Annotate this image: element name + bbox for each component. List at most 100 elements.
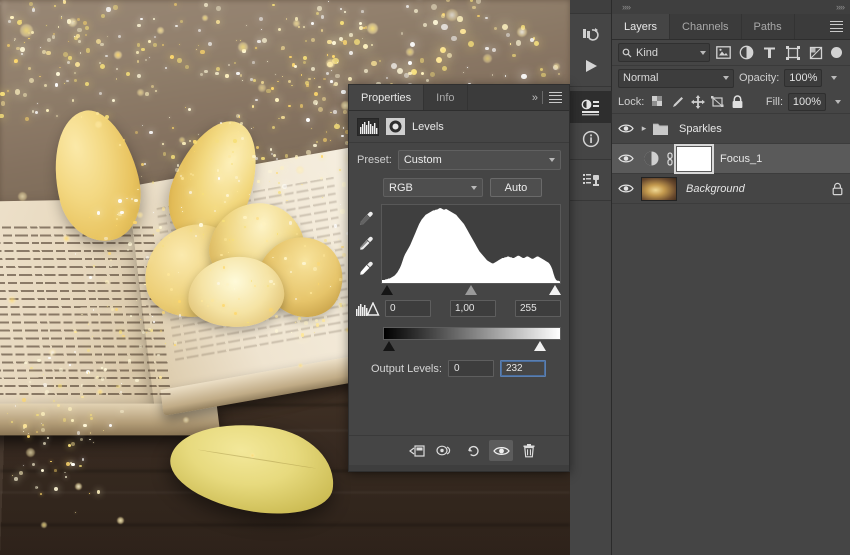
layer-name[interactable]: Focus_1 bbox=[711, 153, 850, 165]
filter-shape-icon[interactable] bbox=[783, 43, 802, 62]
layer-filter-row[interactable]: Kind bbox=[612, 40, 850, 66]
rail-grip[interactable] bbox=[570, 0, 611, 14]
properties-tabbar[interactable]: Properties Info » bbox=[349, 85, 569, 111]
libraries-icon[interactable] bbox=[570, 164, 612, 196]
lock-all-icon[interactable] bbox=[729, 93, 746, 110]
histogram-plot bbox=[382, 208, 560, 283]
layers-tabbar[interactable]: Layers Channels Paths bbox=[612, 14, 850, 40]
tab-channels-label: Channels bbox=[682, 20, 729, 33]
layer-mask-thumbnail[interactable] bbox=[674, 143, 714, 174]
filter-pixel-icon[interactable] bbox=[714, 43, 733, 62]
lock-transparent-pixels-icon[interactable] bbox=[649, 93, 666, 110]
input-white-field[interactable]: 255 bbox=[515, 300, 561, 317]
filter-smart-object-icon[interactable] bbox=[806, 43, 825, 62]
tab-channels[interactable]: Channels bbox=[670, 14, 742, 39]
output-black-field[interactable]: 0 bbox=[447, 360, 494, 377]
blend-mode-select[interactable]: Normal bbox=[618, 68, 734, 88]
preset-row[interactable]: Preset: Custom bbox=[349, 143, 569, 172]
preset-value: Custom bbox=[403, 154, 442, 166]
filter-kind-select[interactable]: Kind bbox=[618, 43, 710, 62]
output-levels-sliders[interactable] bbox=[383, 341, 561, 354]
collapse-panel-icon[interactable]: » bbox=[532, 92, 538, 104]
preset-select[interactable]: Custom bbox=[397, 150, 561, 170]
info-icon[interactable] bbox=[570, 123, 612, 155]
auto-button[interactable]: Auto bbox=[490, 178, 542, 197]
view-previous-state-icon[interactable] bbox=[433, 440, 457, 461]
layer-list[interactable]: ▸ Sparkles Focus_1 Background bbox=[612, 114, 850, 204]
delete-icon[interactable] bbox=[517, 440, 541, 461]
layer-visibility-icon[interactable] bbox=[614, 153, 638, 164]
tab-info[interactable]: Info bbox=[424, 85, 468, 110]
input-white-slider[interactable] bbox=[549, 285, 561, 295]
input-black-field[interactable]: 0 bbox=[385, 300, 431, 317]
toggle-visibility-icon[interactable] bbox=[489, 440, 513, 461]
input-gamma-slider[interactable] bbox=[465, 285, 477, 295]
channel-row[interactable]: RGB Auto bbox=[349, 172, 569, 200]
tab-layers[interactable]: Layers bbox=[612, 14, 671, 39]
input-levels-sliders[interactable] bbox=[381, 285, 561, 298]
table-row[interactable]: Background bbox=[612, 174, 850, 204]
adjustment-layer-icon[interactable] bbox=[638, 150, 664, 167]
mask-link-icon[interactable] bbox=[664, 151, 676, 166]
layer-name[interactable]: Background bbox=[677, 183, 824, 195]
output-levels-row[interactable]: Output Levels: 0 232 bbox=[349, 354, 569, 377]
lock-artboard-nesting-icon[interactable] bbox=[709, 93, 726, 110]
output-white-slider[interactable] bbox=[534, 341, 547, 351]
search-icon bbox=[622, 48, 632, 57]
filter-adjustment-icon[interactable] bbox=[737, 43, 756, 62]
table-row[interactable]: Focus_1 bbox=[612, 143, 850, 174]
set-gray-point-eyedropper-icon[interactable] bbox=[357, 235, 375, 253]
adjustments-icon[interactable] bbox=[570, 91, 612, 123]
chevron-down-icon bbox=[549, 158, 555, 162]
chevron-down-icon bbox=[700, 50, 706, 55]
tab-properties[interactable]: Properties bbox=[349, 85, 425, 110]
tab-paths[interactable]: Paths bbox=[741, 14, 795, 39]
input-black-slider[interactable] bbox=[381, 285, 393, 295]
table-row[interactable]: ▸ Sparkles bbox=[612, 114, 850, 144]
layer-visibility-icon[interactable] bbox=[614, 123, 638, 134]
reset-icon[interactable] bbox=[461, 440, 485, 461]
properties-footer[interactable] bbox=[349, 435, 569, 465]
histogram[interactable] bbox=[381, 204, 561, 284]
filter-type-icon[interactable] bbox=[760, 43, 779, 62]
properties-header: Levels bbox=[349, 111, 569, 143]
history-icon[interactable] bbox=[570, 18, 612, 50]
input-levels-row[interactable]: 0 1,00 255 bbox=[349, 298, 569, 317]
properties-panel-menu-icon[interactable] bbox=[549, 92, 562, 103]
properties-bottom-bar bbox=[349, 465, 569, 471]
clipping-warning-icon[interactable] bbox=[355, 301, 381, 316]
channel-select[interactable]: RGB bbox=[383, 178, 483, 197]
opacity-stepper[interactable] bbox=[827, 76, 840, 80]
lock-position-icon[interactable] bbox=[689, 93, 706, 110]
fill-value: 100% bbox=[792, 95, 822, 108]
output-white-field[interactable]: 232 bbox=[499, 360, 546, 377]
layer-locked-icon bbox=[824, 182, 850, 196]
lock-row[interactable]: Lock: Fill: 100% bbox=[612, 90, 850, 114]
set-white-point-eyedropper-icon[interactable] bbox=[357, 260, 375, 278]
panel-icon-rail[interactable] bbox=[570, 0, 612, 555]
right-dock: »» »» Layers Channels Paths Kind Normal … bbox=[612, 0, 850, 555]
fill-stepper[interactable] bbox=[831, 99, 844, 104]
input-gamma-field[interactable]: 1,00 bbox=[450, 300, 496, 317]
output-black-slider[interactable] bbox=[383, 341, 395, 351]
layer-thumbnail[interactable] bbox=[641, 176, 677, 201]
output-black-value: 0 bbox=[453, 363, 460, 374]
lock-image-pixels-icon[interactable] bbox=[669, 93, 686, 110]
input-white-value: 255 bbox=[520, 303, 537, 314]
dock-grip[interactable]: »» »» bbox=[612, 0, 850, 14]
group-expander-icon[interactable]: ▸ bbox=[638, 123, 650, 134]
blend-mode-row[interactable]: Normal Opacity: 100% bbox=[612, 66, 850, 90]
tab-paths-label: Paths bbox=[753, 20, 782, 33]
layer-visibility-icon[interactable] bbox=[614, 183, 638, 194]
eyedropper-group[interactable] bbox=[355, 204, 377, 298]
layer-name[interactable]: Sparkles bbox=[670, 123, 850, 135]
output-levels-label: Output Levels: bbox=[371, 362, 442, 375]
opacity-field[interactable]: 100% bbox=[784, 69, 823, 87]
play-icon[interactable] bbox=[570, 50, 612, 82]
fill-field[interactable]: 100% bbox=[788, 92, 826, 111]
set-black-point-eyedropper-icon[interactable] bbox=[357, 210, 375, 228]
filter-toggle-icon[interactable] bbox=[831, 47, 842, 58]
layers-panel-menu-icon[interactable] bbox=[830, 21, 843, 32]
clip-to-layer-icon[interactable] bbox=[405, 440, 429, 461]
lock-label: Lock: bbox=[618, 95, 645, 108]
